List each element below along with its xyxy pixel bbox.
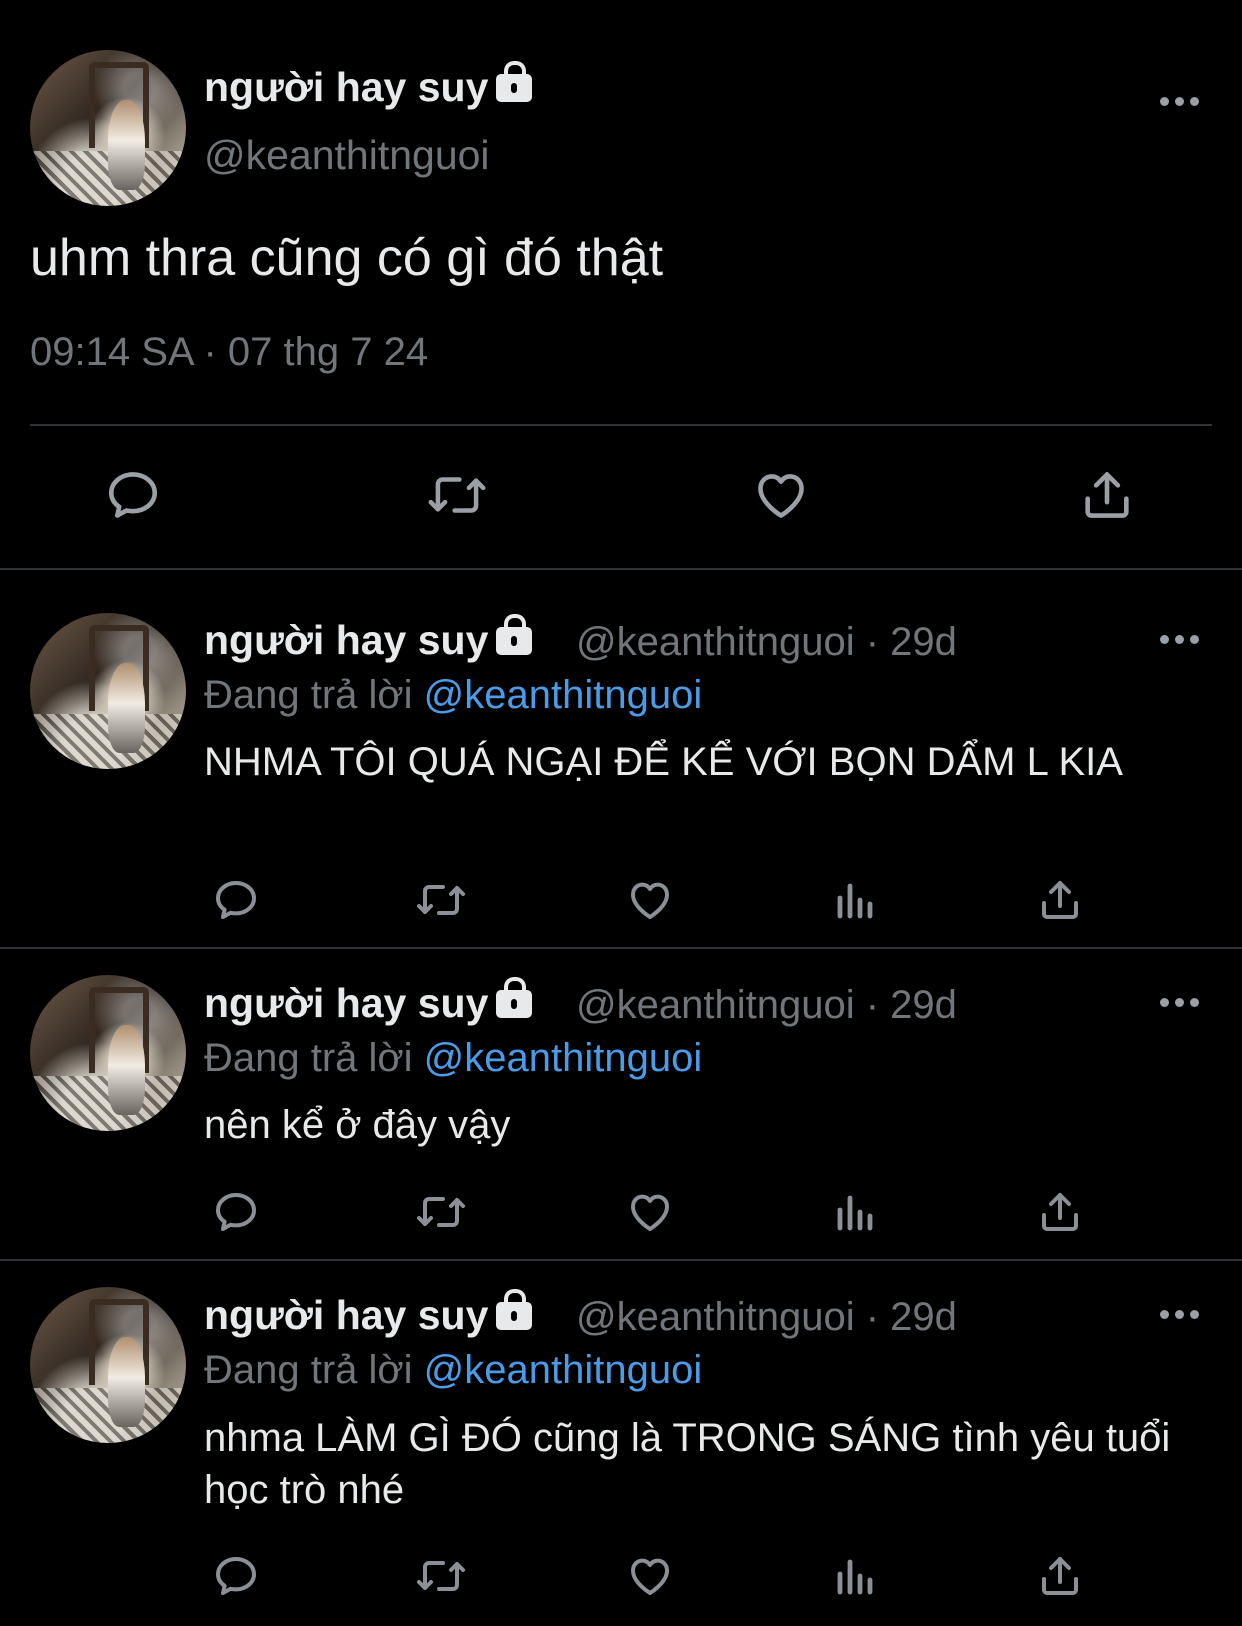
tweet-text: nên kể ở đây vậy xyxy=(204,1103,511,1147)
lock-icon xyxy=(496,977,533,1018)
replying-to: Đang trả lời @keanthitnguoi xyxy=(204,671,702,719)
divider xyxy=(0,1259,1242,1261)
handle-age: @keanthitnguoi · 29d xyxy=(576,981,957,1029)
avatar[interactable] xyxy=(30,975,186,1131)
reply-icon[interactable] xyxy=(212,1188,260,1236)
divider xyxy=(0,568,1242,570)
share-icon[interactable] xyxy=(1036,1552,1084,1600)
replying-label: Đang trả lời xyxy=(204,673,413,717)
like-icon[interactable] xyxy=(626,1552,674,1600)
display-name[interactable]: người hay suy xyxy=(204,614,533,664)
display-name-text: người hay suy xyxy=(204,980,489,1026)
replying-label: Đang trả lời xyxy=(204,1036,413,1080)
display-name[interactable]: người hay suy xyxy=(204,977,533,1027)
divider xyxy=(0,947,1242,949)
more-icon[interactable] xyxy=(1160,635,1200,647)
avatar[interactable] xyxy=(30,50,186,206)
reply-icon[interactable] xyxy=(212,1552,260,1600)
views-icon[interactable] xyxy=(832,1188,880,1236)
more-icon[interactable] xyxy=(1160,1310,1200,1322)
mention-link[interactable]: @keanthitnguoi xyxy=(424,673,703,717)
share-icon[interactable] xyxy=(1078,466,1136,524)
replying-label: Đang trả lời xyxy=(204,1348,413,1392)
reply-icon[interactable] xyxy=(104,466,162,524)
display-name[interactable]: người hay suy xyxy=(204,1289,533,1339)
post-age[interactable]: · 29d xyxy=(866,983,957,1027)
retweet-icon[interactable] xyxy=(414,1552,468,1600)
like-icon[interactable] xyxy=(752,466,810,524)
tweet-text: NHMA TÔI QUÁ NGẠI ĐỂ KỂ VỚI BỌN DẨM L KI… xyxy=(204,740,1123,784)
handle[interactable]: @keanthitnguoi xyxy=(576,620,855,664)
handle-age: @keanthitnguoi · 29d xyxy=(576,618,957,666)
like-icon[interactable] xyxy=(626,876,674,924)
share-icon[interactable] xyxy=(1036,1188,1084,1236)
display-name[interactable]: người hay suy xyxy=(204,61,533,111)
share-icon[interactable] xyxy=(1036,876,1084,924)
handle[interactable]: @keanthitnguoi xyxy=(576,983,855,1027)
post-age[interactable]: · 29d xyxy=(866,1295,957,1339)
divider xyxy=(30,424,1212,426)
avatar[interactable] xyxy=(30,613,186,769)
retweet-icon[interactable] xyxy=(414,1188,468,1236)
reply-icon[interactable] xyxy=(212,876,260,924)
lock-icon xyxy=(496,61,533,102)
lock-icon xyxy=(496,614,533,655)
retweet-icon[interactable] xyxy=(414,876,468,924)
display-name-text: người hay suy xyxy=(204,64,489,110)
post-age[interactable]: · 29d xyxy=(866,620,957,664)
display-name-text: người hay suy xyxy=(204,617,489,663)
mention-link[interactable]: @keanthitnguoi xyxy=(424,1036,703,1080)
like-icon[interactable] xyxy=(626,1188,674,1236)
tweet-text: nhma LÀM GÌ ĐÓ cũng là TRONG SÁNG tình y… xyxy=(204,1416,1171,1512)
avatar[interactable] xyxy=(30,1287,186,1443)
handle[interactable]: @keanthitnguoi xyxy=(576,1295,855,1339)
handle-age: @keanthitnguoi · 29d xyxy=(576,1293,957,1341)
retweet-icon[interactable] xyxy=(426,466,488,524)
tweet-text: uhm thra cũng có gì đó thật xyxy=(30,229,664,287)
replying-to: Đang trả lời @keanthitnguoi xyxy=(204,1034,702,1082)
display-name-text: người hay suy xyxy=(204,1292,489,1338)
handle[interactable]: @keanthitnguoi xyxy=(204,131,490,179)
timestamp[interactable]: 09:14 SA · 07 thg 7 24 xyxy=(30,330,428,375)
views-icon[interactable] xyxy=(832,1552,880,1600)
views-icon[interactable] xyxy=(832,876,880,924)
mention-link[interactable]: @keanthitnguoi xyxy=(424,1348,703,1392)
more-icon[interactable] xyxy=(1160,97,1200,109)
lock-icon xyxy=(496,1289,533,1330)
more-icon[interactable] xyxy=(1160,998,1200,1010)
replying-to: Đang trả lời @keanthitnguoi xyxy=(204,1346,702,1394)
